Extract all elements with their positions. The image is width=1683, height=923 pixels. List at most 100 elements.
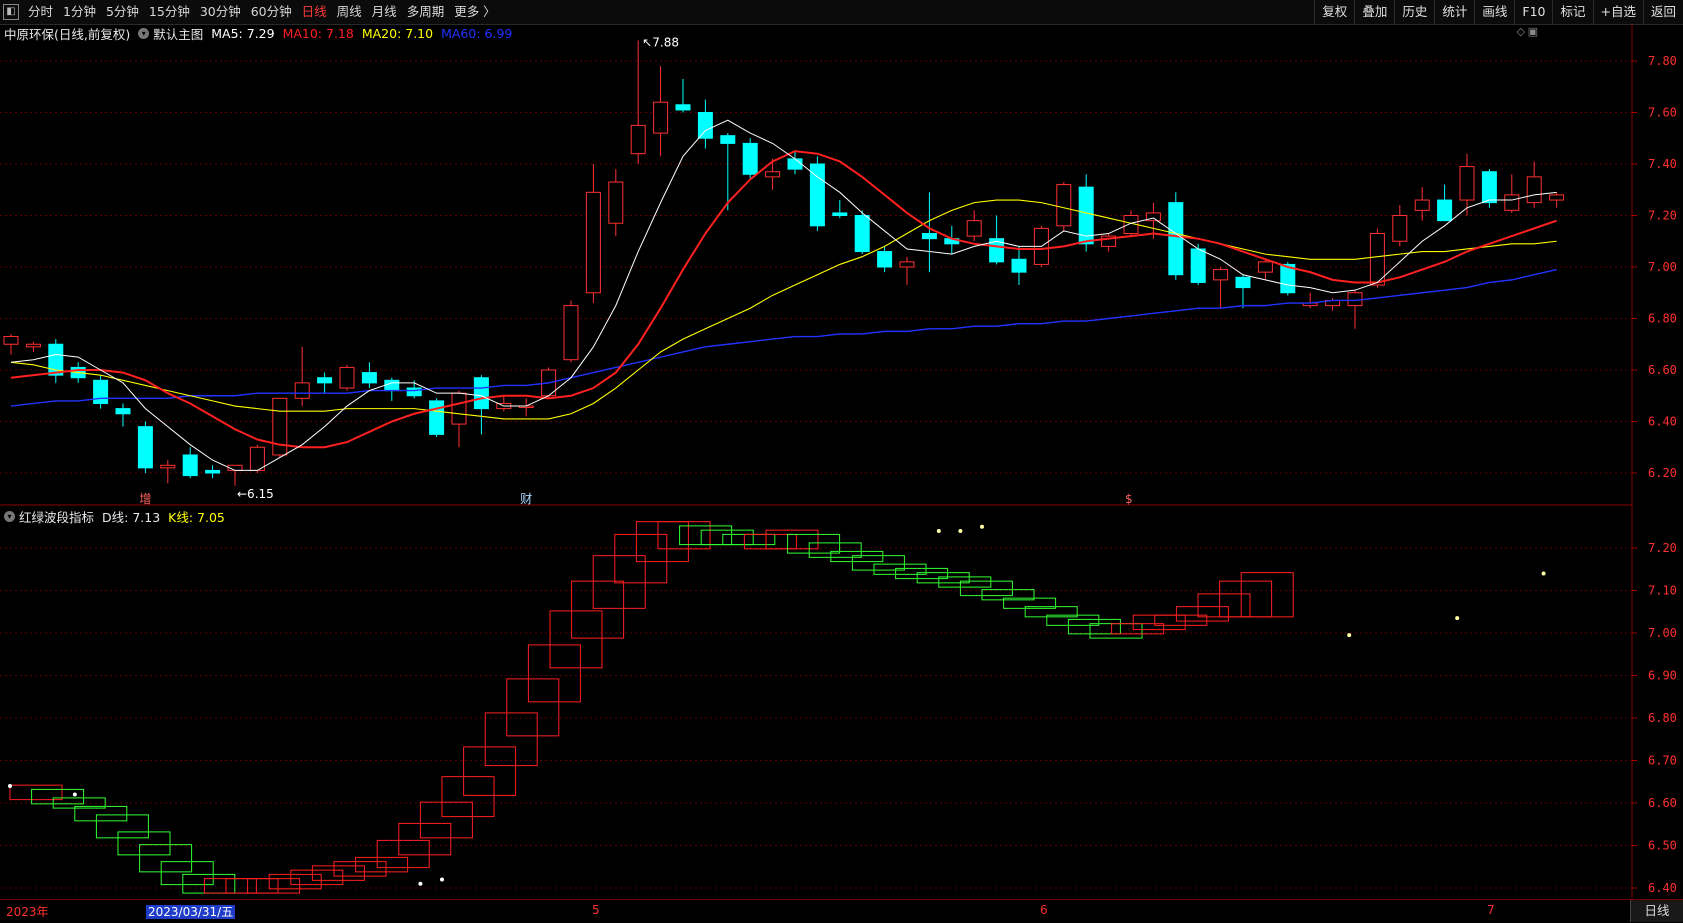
date-label-may: 5 xyxy=(592,903,600,917)
candle-body xyxy=(249,446,265,471)
candle-body xyxy=(339,366,355,389)
ma20-line xyxy=(10,199,1557,420)
candle-body xyxy=(1235,276,1251,289)
main-tick-label: 7.60 xyxy=(1648,106,1677,120)
candle-body xyxy=(1056,184,1072,227)
candle-body xyxy=(1011,258,1027,273)
candle-body xyxy=(1459,166,1475,201)
band-box xyxy=(571,580,625,639)
low-price-label: ←6.15 xyxy=(237,487,274,501)
band-box xyxy=(1197,593,1251,618)
main-tick-label: 7.40 xyxy=(1648,157,1677,171)
band-box xyxy=(419,801,473,839)
sub-tick-label: 6.40 xyxy=(1648,881,1677,895)
band-turn-dot xyxy=(980,524,984,529)
candle-body xyxy=(384,379,400,392)
band-turn-dot xyxy=(8,784,12,788)
candle-body xyxy=(697,112,713,139)
main-tick-label: 6.80 xyxy=(1648,312,1677,326)
sub-tick-label: 6.60 xyxy=(1648,796,1677,810)
daily-mode-button[interactable]: 日线 xyxy=(1630,900,1683,922)
band-turn-dot xyxy=(440,877,444,882)
candle-body xyxy=(1504,194,1520,211)
candle-body xyxy=(1213,269,1229,281)
band-turn-dot xyxy=(418,881,423,886)
main-tick-label: 6.40 xyxy=(1648,415,1677,429)
candle-body xyxy=(160,464,176,469)
candle-body xyxy=(854,215,870,253)
band-box xyxy=(117,831,171,856)
band-box xyxy=(549,610,603,669)
band-box xyxy=(95,814,149,839)
main-tick-label: 7.20 xyxy=(1648,209,1677,223)
candle-body xyxy=(25,343,41,348)
candle-body xyxy=(205,469,221,474)
candle-body xyxy=(1392,215,1408,242)
candle-body xyxy=(1347,292,1363,307)
band-box xyxy=(592,555,646,609)
candle-body xyxy=(1190,248,1206,283)
candle-body xyxy=(563,305,579,361)
band-box xyxy=(31,788,85,805)
band-box xyxy=(787,533,841,554)
candle-body xyxy=(832,212,848,217)
sub-tick-label: 6.80 xyxy=(1648,711,1677,725)
band-turn-dot xyxy=(1455,616,1460,621)
candle-body xyxy=(585,191,601,294)
band-box xyxy=(311,865,365,881)
sub-tick-label: 6.70 xyxy=(1648,754,1677,768)
band-box xyxy=(614,533,668,584)
band-box xyxy=(1175,606,1229,622)
event-marker: $ xyxy=(1125,492,1133,506)
candle-body xyxy=(182,454,198,477)
sub-tick-label: 6.50 xyxy=(1648,839,1677,853)
candle-body xyxy=(451,392,467,425)
candle-body xyxy=(921,233,937,240)
band-box xyxy=(1240,572,1294,618)
date-label-year: 2023年 xyxy=(6,905,49,919)
candle-body xyxy=(473,377,489,410)
band-box xyxy=(355,856,409,873)
main-tick-label: 7.00 xyxy=(1648,260,1677,274)
band-box xyxy=(722,533,776,546)
band-box xyxy=(398,822,452,856)
candle-body xyxy=(1481,171,1497,204)
candle-body xyxy=(115,408,131,415)
candle-body xyxy=(294,382,310,399)
candle-body xyxy=(361,372,377,384)
band-turn-dot xyxy=(958,529,963,533)
candle-body xyxy=(765,171,781,178)
candle-body xyxy=(1168,202,1184,276)
band-turn-dot xyxy=(72,792,77,797)
band-box xyxy=(1067,618,1121,635)
band-turn-dot xyxy=(1347,633,1352,638)
candle-body xyxy=(1526,176,1542,204)
candle-body xyxy=(1437,199,1453,222)
candle-body xyxy=(1257,261,1273,273)
band-box xyxy=(290,869,344,886)
candle-body xyxy=(966,220,982,237)
band-box xyxy=(441,776,495,818)
band-turn-dot xyxy=(936,529,941,533)
event-marker: 增 xyxy=(139,492,151,506)
candle-body xyxy=(899,261,915,268)
band-box xyxy=(376,839,430,869)
candle-body xyxy=(608,181,624,224)
band-box xyxy=(203,878,257,894)
band-box xyxy=(333,861,387,877)
band-box xyxy=(679,525,733,546)
candle-body xyxy=(3,336,19,345)
event-marker: 财 xyxy=(520,492,532,506)
candle-body xyxy=(653,101,669,134)
band-box xyxy=(225,878,279,894)
date-axis xyxy=(0,899,1683,923)
sub-tick-label: 7.10 xyxy=(1648,584,1677,598)
candle-body xyxy=(1414,199,1430,211)
chart-canvas[interactable]: 7.80 7.60 7.40 7.20 7.00 6.80 6.60 6.40 6.20 7.20… xyxy=(0,0,1683,922)
date-label-cursor: 2023/03/31/五 xyxy=(146,905,236,919)
band-box xyxy=(527,644,581,703)
sub-tick-label: 7.00 xyxy=(1648,626,1677,640)
sub-tick-label: 7.20 xyxy=(1648,541,1677,555)
band-box xyxy=(743,533,797,550)
ma5-line xyxy=(10,119,1557,471)
